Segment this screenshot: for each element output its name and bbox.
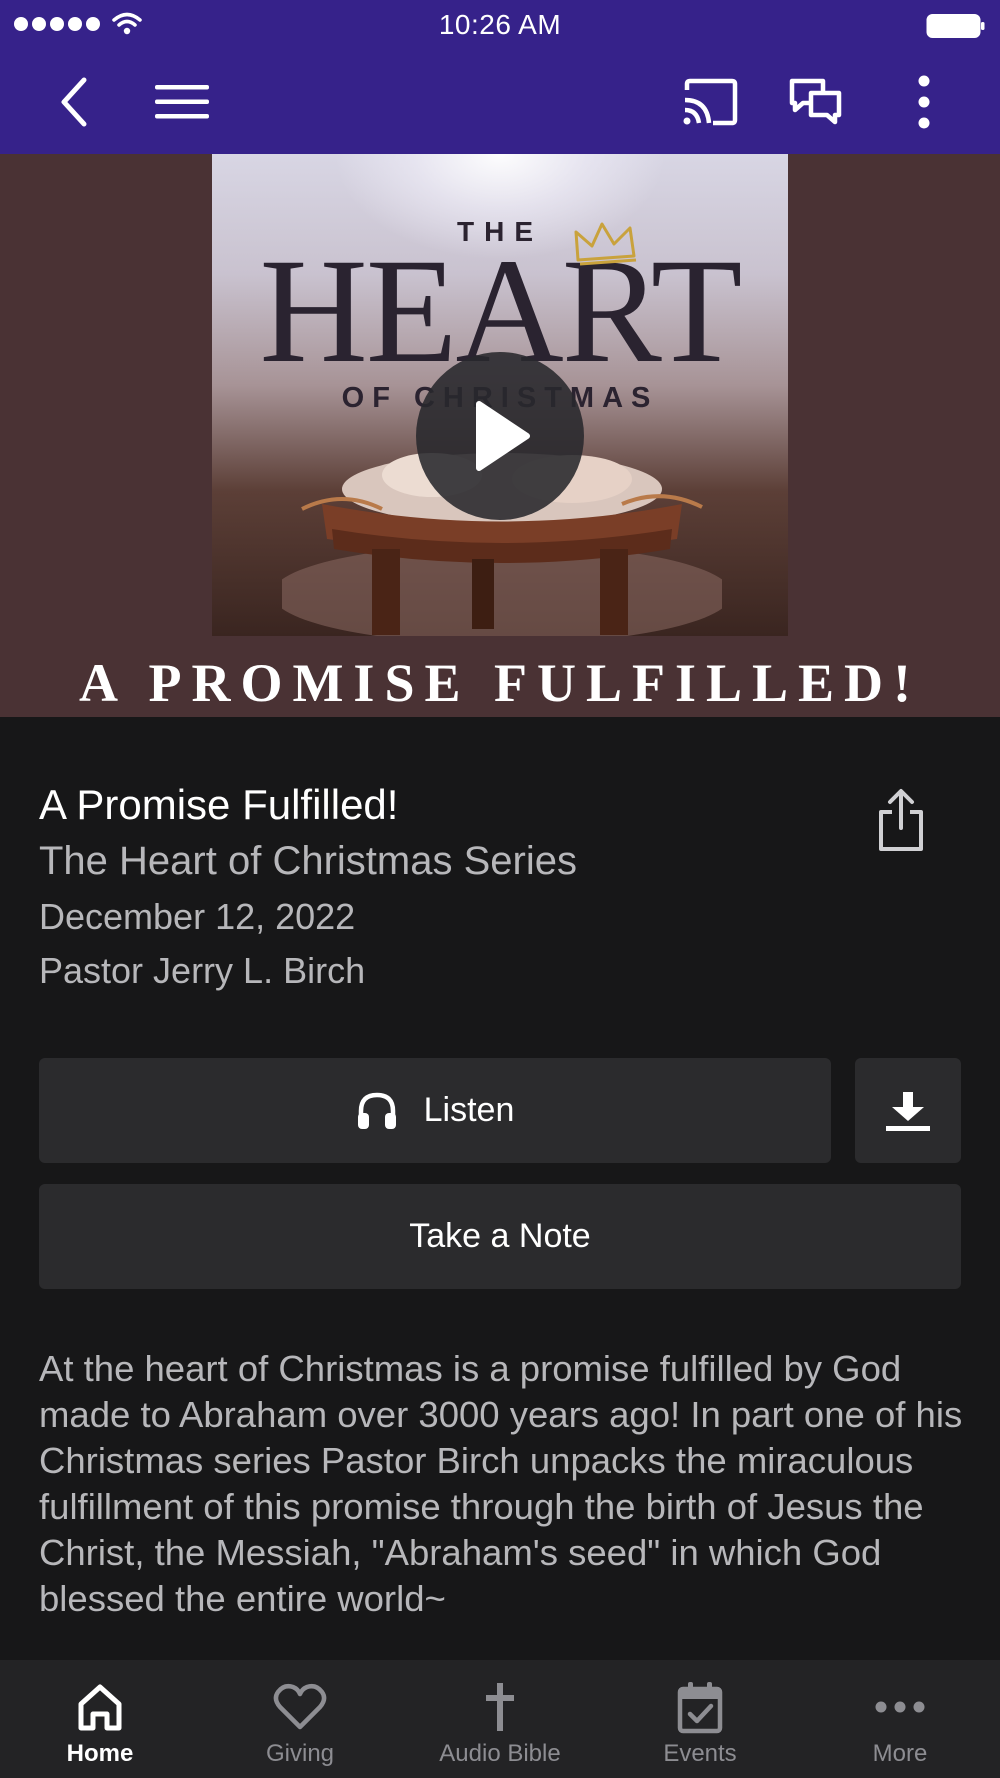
hamburger-menu-icon	[155, 85, 209, 119]
chat-button[interactable]	[784, 70, 848, 134]
home-icon	[70, 1678, 130, 1736]
take-note-button[interactable]: Take a Note	[39, 1184, 961, 1289]
share-icon	[879, 789, 923, 851]
play-icon	[476, 401, 530, 471]
sermon-hero: THE HEART OF CHRISTMAS A PROMISE FULFILL…	[0, 154, 1000, 717]
sermon-description: At the heart of Christmas is a promise f…	[39, 1348, 963, 1619]
headphones-icon	[357, 1092, 396, 1129]
tab-giving[interactable]: Giving	[200, 1660, 400, 1778]
cross-icon	[470, 1678, 530, 1736]
listen-label: Listen	[423, 1091, 515, 1129]
tab-home[interactable]: Home	[0, 1660, 200, 1778]
tab-label: Home	[66, 1740, 134, 1767]
tab-bar: Home Giving Audio Bible Events More	[0, 1660, 1000, 1778]
listen-button[interactable]: Listen	[39, 1058, 831, 1163]
tab-more[interactable]: More	[800, 1660, 1000, 1778]
nav-bar	[0, 50, 1000, 154]
download-icon	[886, 1091, 930, 1131]
take-note-label: Take a Note	[409, 1217, 591, 1255]
battery-icon	[926, 12, 986, 45]
play-button[interactable]	[416, 352, 584, 520]
status-bar: 10:26 AM	[0, 0, 1000, 50]
cast-button[interactable]	[678, 70, 742, 134]
tab-label: Events	[663, 1740, 737, 1767]
sermon-details: A Promise Fulfilled! The Heart of Christ…	[39, 778, 879, 998]
more-options-button[interactable]	[892, 70, 956, 134]
sermon-speaker: Pastor Jerry L. Birch	[39, 950, 366, 991]
menu-button[interactable]	[150, 70, 214, 134]
sermon-title: A Promise Fulfilled!	[39, 781, 399, 828]
hero-caption: A PROMISE FULFILLED!	[78, 653, 922, 713]
tab-label: Giving	[265, 1740, 335, 1767]
clock: 10:26 AM	[438, 9, 562, 40]
tab-label: More	[872, 1740, 928, 1767]
cast-icon	[683, 78, 738, 126]
tab-label: Audio Bible	[439, 1740, 561, 1767]
sermon-date: December 12, 2022	[39, 896, 356, 937]
sermon-series: The Heart of Christmas Series	[39, 839, 577, 883]
back-button[interactable]	[42, 70, 106, 134]
vertical-dots-icon	[918, 75, 930, 129]
share-button[interactable]	[876, 788, 926, 852]
tab-events[interactable]: Events	[600, 1660, 800, 1778]
tab-audio-bible[interactable]: Audio Bible	[400, 1660, 600, 1778]
download-button[interactable]	[855, 1058, 961, 1163]
crown-icon	[574, 222, 637, 266]
calendar-check-icon	[670, 1678, 730, 1736]
chevron-left-icon	[61, 77, 87, 127]
horizontal-dots-icon	[870, 1678, 930, 1736]
heart-icon	[270, 1678, 330, 1736]
chat-bubbles-icon	[789, 78, 842, 125]
